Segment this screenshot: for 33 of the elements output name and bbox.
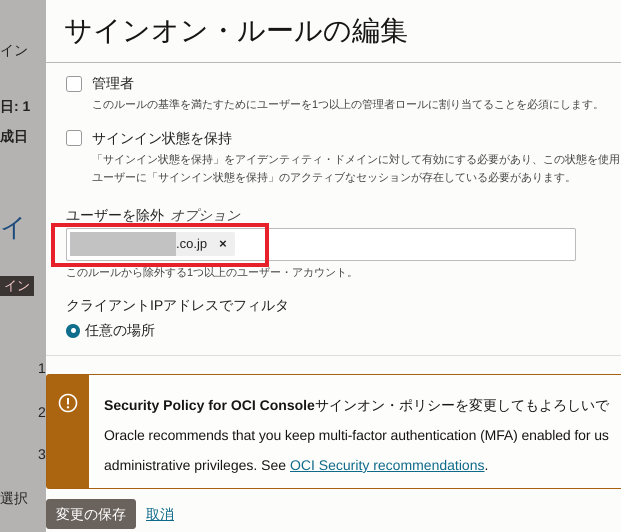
checkbox[interactable] (66, 130, 82, 146)
checkbox[interactable] (66, 76, 82, 92)
option-description: ユーザーに「サインイン状態を保持」のアクティブなセッションが存在している必要があります。 (92, 170, 577, 186)
panel-title: サインオン・ルールの編集 (64, 14, 408, 48)
checkbox-label: 管理者 (92, 74, 134, 93)
backdrop-text: 1 (38, 359, 46, 378)
user-input-field[interactable]: .co.jp × (66, 228, 576, 260)
cancel-link[interactable]: 取消 (146, 504, 174, 524)
option-description: このルールの基準を満たすためにユーザーを1つ以上の管理者ロールに割り当てることを必須にします。 (92, 98, 606, 113)
backdrop-text: 3 (38, 445, 46, 464)
backdrop-text: イン (0, 41, 28, 60)
chip-text: .co.jp (176, 235, 208, 254)
chip-remove-button[interactable]: × (219, 234, 227, 254)
backdrop-text: 2 (38, 403, 46, 422)
field-help: このルールから除外する1つ以上のユーザー・アカウント。 (66, 266, 360, 280)
warning-text: Oracle recommends that you keep multi-factor authentication (MFA) enabled for us (104, 426, 609, 445)
radio-button[interactable] (66, 324, 80, 338)
radio-label: 任意の場所 (85, 321, 155, 340)
security-recommendations-link[interactable]: OCI Security recommendations (290, 457, 485, 473)
optional-label: オプション (170, 206, 240, 224)
warning-text: administrative privileges. See OCI Security recommendations. (104, 456, 490, 475)
field-label: クライアントIPアドレスでフィルタ (66, 296, 290, 315)
field-label: ユーザーを除外 (66, 206, 164, 224)
save-button[interactable]: 変更の保存 (46, 499, 136, 529)
backdrop-text: イン (0, 276, 34, 296)
backdrop-text: 成日 (0, 127, 28, 146)
warning-icon (58, 393, 78, 413)
checkbox-label: サインイン状態を保持 (92, 128, 232, 148)
option-description: 「サインイン状態を保持」をアイデンティティ・ドメインに対して有効にする必要があり、この状態を使用 (92, 152, 621, 168)
backdrop-text: イ (0, 211, 27, 244)
backdrop-text: 選択 (0, 489, 28, 508)
backdrop-text: 日: 1 (0, 97, 30, 116)
warning-title: Security Policy for OCI Consoleサインオン・ポリシーを変更してもよろしいで (104, 396, 609, 415)
